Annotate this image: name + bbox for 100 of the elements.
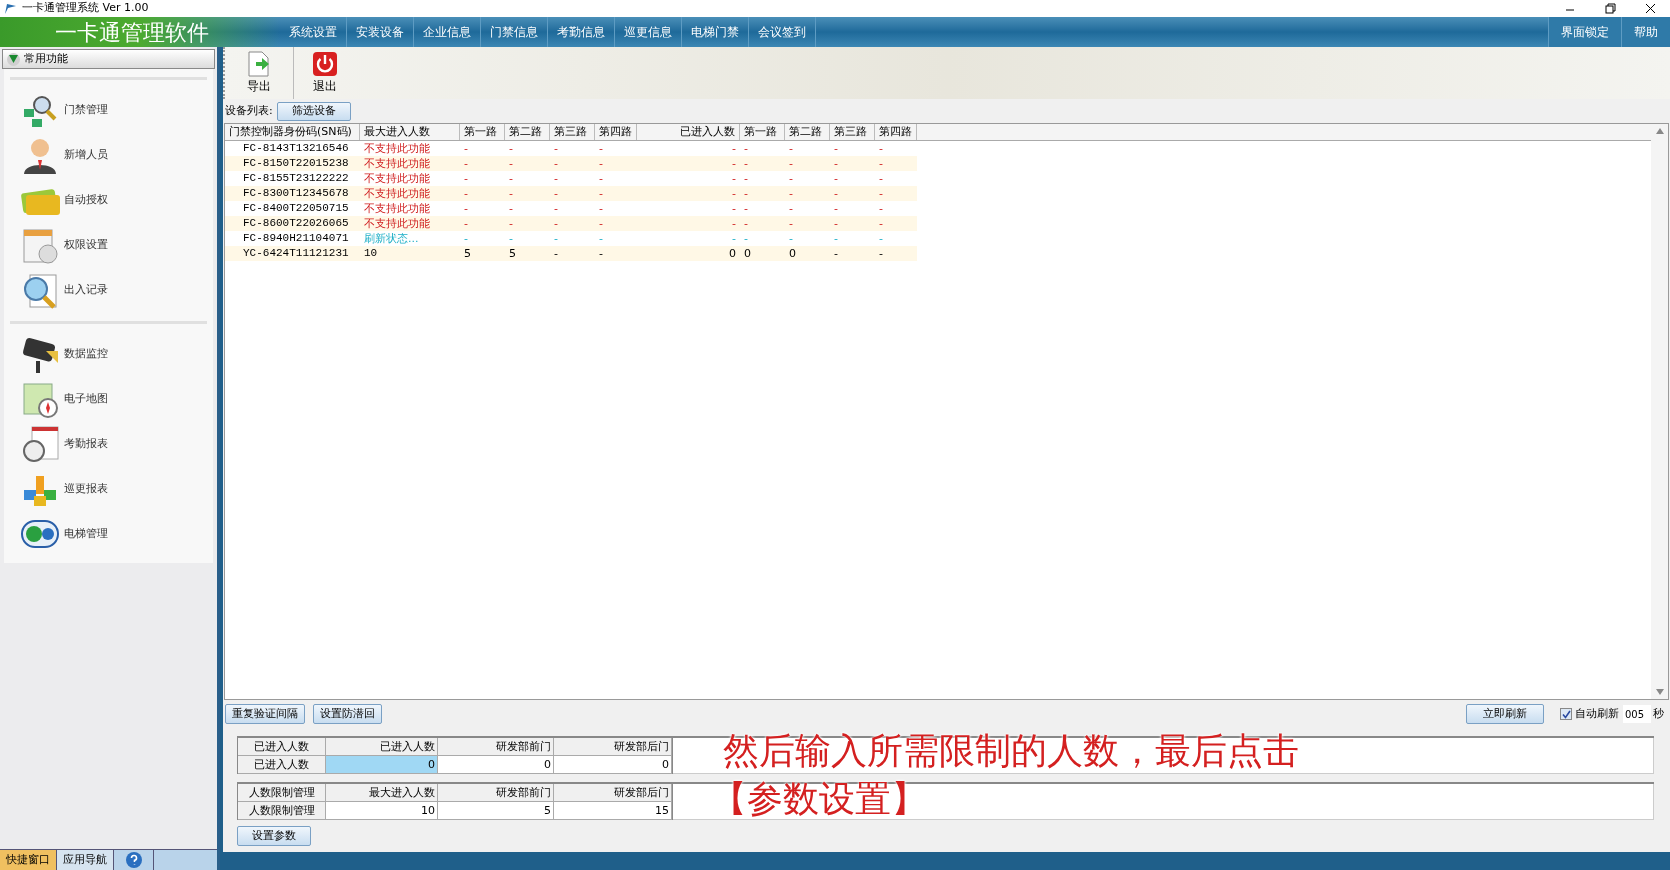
table-cell-text: - (598, 231, 604, 246)
table-cell-text: - (833, 186, 839, 201)
checkbox-label: 自动刷新 (1575, 705, 1619, 722)
table-cell-text: - (463, 201, 469, 216)
expand-icon[interactable] (7, 52, 20, 66)
table-cell-text: - (553, 186, 559, 201)
toolbar-button[interactable]: 退出 (293, 47, 345, 99)
column-header[interactable]: 门禁控制器身份码(SN码) (225, 124, 360, 140)
table-cell-text: - (833, 231, 839, 246)
table-cell-text: - (508, 156, 514, 171)
table-cell-text: 10 (363, 246, 379, 261)
grid-field[interactable]: 0 (554, 756, 672, 774)
table-cell-text: - (463, 141, 469, 156)
table-cell-text: FC-8600T22026065 (242, 216, 350, 231)
refresh-button[interactable]: 立即刷新 (1466, 704, 1544, 724)
sidebar-item[interactable]: 数据监控 (4, 332, 213, 377)
row-header: 已进入人数 (238, 756, 326, 774)
sidebar-item-label: 数据监控 (64, 346, 108, 363)
table-cell-text: 不支持此功能 (363, 201, 431, 216)
table-cell-text: - (743, 231, 749, 246)
sidebar-tab[interactable]: 快捷窗口 (0, 850, 57, 870)
table-cell-text: YC-6424T11121231 (242, 246, 350, 261)
column-header[interactable]: 第一路 (460, 124, 505, 140)
table-cell-text: - (463, 186, 469, 201)
menu-item[interactable]: 帮助 (1621, 17, 1670, 47)
action-button[interactable]: 重复验证间隔 (225, 704, 305, 724)
table-cell-text: - (878, 171, 884, 186)
column-header[interactable]: 最大进入人数 (360, 124, 460, 140)
sidebar-item-label: 自动授权 (64, 192, 108, 209)
sidebar-item[interactable]: 自动授权 (4, 178, 213, 223)
table-cell-text: - (878, 231, 884, 246)
table-cell-text: FC-8155T23122222 (242, 171, 350, 186)
table-cell-text: - (743, 141, 749, 156)
table-cell-text: - (878, 186, 884, 201)
sidebar-item[interactable]: 巡更报表 (4, 467, 213, 512)
toolbar-button[interactable]: 导出 (239, 47, 279, 99)
sidebar-item[interactable]: 出入记录 (4, 268, 213, 313)
table-cell-text: - (598, 171, 604, 186)
table-cell-text: 不支持此功能 (363, 156, 431, 171)
table-cell-text: FC-8940H21104071 (242, 231, 350, 246)
interval-field[interactable]: 005 (1623, 705, 1651, 723)
column-header[interactable]: 已进入人数 (637, 124, 740, 140)
column-header[interactable]: 第四路 (595, 124, 637, 140)
table-cell-text: - (743, 156, 749, 171)
sidebar-item[interactable]: 新增人员 (4, 133, 213, 178)
grid-field[interactable]: 5 (438, 802, 554, 820)
action-button[interactable]: 设置防潜回 (313, 704, 382, 724)
table-cell-text: - (833, 201, 839, 216)
column-header: 研发部后门 (554, 738, 672, 756)
sidebar-item-label: 权限设置 (64, 237, 108, 254)
table-cell-text: - (743, 201, 749, 216)
sidebar-item[interactable]: 电梯管理 (4, 512, 213, 557)
table-cell-text: - (731, 141, 737, 156)
scroll-down-icon[interactable] (1655, 689, 1664, 695)
sidebar-item-label: 门禁管理 (64, 102, 108, 119)
checkbox[interactable] (1560, 708, 1572, 720)
table-cell-text: - (743, 186, 749, 201)
grid-field[interactable]: 10 (326, 802, 438, 820)
table-cell-text: - (598, 186, 604, 201)
column-header[interactable]: 第一路 (740, 124, 785, 140)
table-cell-text: 不支持此功能 (363, 186, 431, 201)
scroll-up-icon[interactable] (1655, 128, 1664, 134)
grid-field[interactable]: 15 (554, 802, 672, 820)
table-cell-text: - (731, 186, 737, 201)
column-header[interactable]: 第二路 (785, 124, 830, 140)
sidebar-item[interactable]: 权限设置 (4, 223, 213, 268)
column-header[interactable]: 第三路 (550, 124, 595, 140)
menu-item[interactable]: 界面锁定 (1548, 17, 1621, 47)
table-cell-text: - (833, 216, 839, 231)
set-parameters-button[interactable]: 设置参数 (237, 826, 311, 846)
table-cell-text: - (731, 231, 737, 246)
sidebar-item-label: 电梯管理 (64, 526, 108, 543)
table-cell-text: - (553, 201, 559, 216)
table-cell-text: - (598, 216, 604, 231)
sidebar-item[interactable]: 门禁管理 (4, 88, 213, 133)
column-header: 研发部前门 (438, 738, 554, 756)
table-cell-text: - (508, 141, 514, 156)
sidebar-item-label: 巡更报表 (64, 481, 108, 498)
column-header[interactable]: 第三路 (830, 124, 875, 140)
table-cell-text: - (553, 156, 559, 171)
sidebar-item[interactable]: 考勤报表 (4, 422, 213, 467)
column-header[interactable]: 第二路 (505, 124, 550, 140)
sidebar-item[interactable]: 电子地图 (4, 377, 213, 422)
row-header: 人数限制管理 (238, 802, 326, 820)
column-header[interactable]: 第四路 (875, 124, 917, 140)
column-header: 已进入人数 (238, 738, 326, 756)
column-header: 研发部前门 (438, 784, 554, 802)
grid-field[interactable]: 0 (438, 756, 554, 774)
table-cell-text: - (463, 156, 469, 171)
table-cell-text: - (743, 216, 749, 231)
table-cell-text: - (508, 216, 514, 231)
table-cell-text: - (788, 141, 794, 156)
sidebar-tab[interactable]: 应用导航 (57, 850, 114, 870)
filter-button[interactable]: 筛选设备 (276, 101, 351, 121)
table-cell-text: FC-8143T13216546 (242, 141, 350, 156)
table-cell-text: - (508, 186, 514, 201)
scrollbar[interactable] (1651, 124, 1668, 699)
grid-field[interactable]: 0 (326, 756, 438, 774)
table-cell-text: 5 (508, 246, 517, 261)
column-header: 研发部后门 (554, 784, 672, 802)
